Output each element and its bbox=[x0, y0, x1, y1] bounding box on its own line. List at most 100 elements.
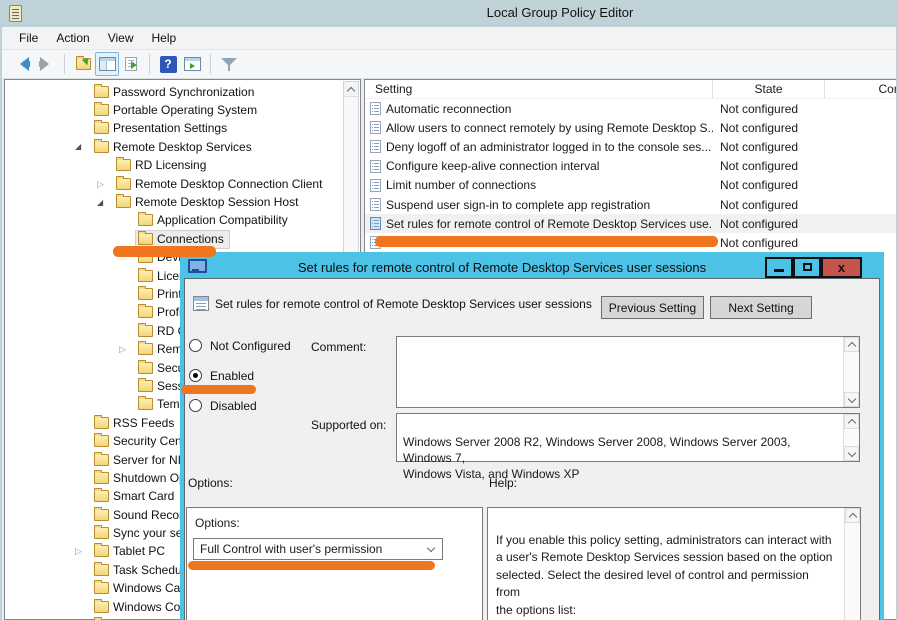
scroll-up-icon[interactable] bbox=[845, 508, 860, 523]
comment-scrollbar[interactable] bbox=[843, 337, 859, 407]
setting-cell[interactable]: Set rules for remote control of Remote D… bbox=[365, 217, 713, 231]
scroll-down-icon[interactable] bbox=[844, 392, 859, 407]
toolbar: ? bbox=[2, 50, 896, 79]
options-dropdown-value: Full Control with user's permission bbox=[194, 542, 428, 556]
menu-item-file[interactable]: File bbox=[10, 29, 47, 47]
supported-on-box: Windows Server 2008 R2, Windows Server 2… bbox=[396, 413, 860, 462]
forward-arrow-icon[interactable] bbox=[34, 52, 58, 76]
tree-item-application-compatibility[interactable]: Application Compatibility bbox=[5, 212, 343, 230]
setting-row-automatic-reconnection[interactable]: Automatic reconnectionNot configured bbox=[365, 99, 896, 118]
comment-textarea[interactable] bbox=[396, 336, 860, 408]
folder-icon bbox=[94, 601, 109, 613]
tree-item-remote-desktop-session-host[interactable]: ◢ Remote Desktop Session Host bbox=[5, 193, 343, 211]
tree-item-box[interactable]: Password Synchronization bbox=[91, 83, 260, 102]
folder-icon bbox=[94, 490, 109, 502]
radio-row-enabled[interactable]: Enabled bbox=[189, 368, 254, 383]
radio-not-configured[interactable] bbox=[189, 339, 202, 352]
setting-cell[interactable]: Suspend user sign-in to complete app reg… bbox=[365, 198, 713, 212]
menu-item-help[interactable]: Help bbox=[143, 29, 186, 47]
folder-icon bbox=[116, 178, 131, 190]
next-setting-button[interactable]: Next Setting bbox=[710, 296, 812, 319]
tree-item-box[interactable]: RSS Feeds bbox=[91, 414, 180, 433]
setting-row-deny-logoff-of-an-administrator-logged-i[interactable]: Deny logoff of an administrator logged i… bbox=[365, 137, 896, 156]
radio-row-disabled[interactable]: Disabled bbox=[189, 398, 257, 413]
setting-row-limit-number-of-connections[interactable]: Limit number of connectionsNot configure… bbox=[365, 176, 896, 195]
setting-name: Limit number of connections bbox=[386, 178, 536, 192]
column-header-state[interactable]: State bbox=[713, 80, 825, 98]
radio-disabled[interactable] bbox=[189, 399, 202, 412]
setting-cell[interactable]: Deny logoff of an administrator logged i… bbox=[365, 140, 713, 154]
tree-item-label: Remote Desktop Services bbox=[113, 140, 252, 154]
annotation-highlight-list-row bbox=[375, 236, 718, 247]
tree-item-label: Server for NIS bbox=[113, 453, 189, 467]
help-scrollbar[interactable] bbox=[844, 508, 860, 620]
setting-row-suspend-user-sign-in-to-complete-app-reg[interactable]: Suspend user sign-in to complete app reg… bbox=[365, 195, 896, 214]
policy-setting-icon bbox=[193, 296, 209, 311]
window-titlebar[interactable]: Local Group Policy Editor bbox=[2, 0, 896, 27]
tree-item-remote-desktop-services[interactable]: ◢ Remote Desktop Services bbox=[5, 138, 343, 156]
minimize-button[interactable] bbox=[765, 257, 793, 278]
folder-icon bbox=[94, 141, 109, 153]
folder-icon bbox=[116, 196, 131, 208]
console-tree-toggle-icon[interactable] bbox=[95, 52, 119, 76]
close-button[interactable]: x bbox=[821, 257, 862, 278]
menu-item-action[interactable]: Action bbox=[47, 29, 98, 47]
radio-enabled[interactable] bbox=[189, 369, 202, 382]
scroll-up-icon[interactable] bbox=[844, 414, 859, 429]
tree-item-presentation-settings[interactable]: Presentation Settings bbox=[5, 120, 343, 138]
column-header-setting[interactable]: Setting bbox=[365, 80, 713, 98]
options-dropdown[interactable]: Full Control with user's permission bbox=[193, 538, 443, 560]
tree-item-box[interactable]: Smart Card bbox=[91, 487, 180, 506]
tree-item-box[interactable]: Remote Desktop Services bbox=[91, 138, 258, 157]
expand-icon[interactable]: ▷ bbox=[97, 180, 113, 189]
tree-item-box[interactable]: Application Compatibility bbox=[135, 211, 294, 230]
folder-icon bbox=[94, 527, 109, 539]
scroll-down-icon[interactable] bbox=[844, 446, 859, 461]
tree-item-box[interactable]: Portable Operating System bbox=[91, 101, 263, 120]
setting-row-set-rules-for-remote-control-of-remote-d[interactable]: Set rules for remote control of Remote D… bbox=[365, 214, 896, 233]
tree-item-rd-licensing[interactable]: RD Licensing bbox=[5, 157, 343, 175]
tree-item-password-synchronization[interactable]: Password Synchronization bbox=[5, 83, 343, 101]
comment-label: Comment: bbox=[311, 340, 366, 354]
setting-row-allow-users-to-connect-remotely-by-using[interactable]: Allow users to connect remotely by using… bbox=[365, 118, 896, 137]
collapse-icon[interactable]: ◢ bbox=[97, 199, 113, 207]
setting-cell[interactable]: Automatic reconnection bbox=[365, 102, 713, 116]
minimize-icon bbox=[774, 269, 784, 272]
back-arrow-icon[interactable] bbox=[10, 52, 34, 76]
tree-item-portable-operating-system[interactable]: Portable Operating System bbox=[5, 101, 343, 119]
scroll-up-icon[interactable] bbox=[344, 82, 358, 97]
tree-item-box[interactable]: Remote Desktop Connection Client bbox=[113, 175, 328, 194]
export-list-icon[interactable] bbox=[119, 52, 143, 76]
setting-row-configure-keep-alive-connection-interval[interactable]: Configure keep-alive connection interval… bbox=[365, 157, 896, 176]
state-cell: Not configured bbox=[713, 121, 825, 135]
filter-icon[interactable] bbox=[217, 52, 241, 76]
expand-icon[interactable]: ▷ bbox=[119, 345, 135, 354]
dialog-titlebar[interactable]: Set rules for remote control of Remote D… bbox=[184, 256, 880, 278]
previous-setting-button[interactable]: Previous Setting bbox=[601, 296, 704, 319]
help-text: If you enable this policy setting, admin… bbox=[496, 533, 832, 620]
radio-row-not-configured[interactable]: Not Configured bbox=[189, 338, 291, 353]
tree-item-remote-desktop-connection-client[interactable]: ▷Remote Desktop Connection Client bbox=[5, 175, 343, 193]
tree-item-box[interactable]: RD Licensing bbox=[113, 156, 212, 175]
scroll-up-icon[interactable] bbox=[844, 337, 859, 352]
setting-cell[interactable]: Limit number of connections bbox=[365, 178, 713, 192]
tree-item-label: RD Licensing bbox=[135, 158, 206, 172]
state-cell: Not configured bbox=[713, 140, 825, 154]
tree-item-box[interactable]: Presentation Settings bbox=[91, 119, 233, 138]
setting-cell[interactable]: Allow users to connect remotely by using… bbox=[365, 121, 713, 135]
expand-icon[interactable]: ▷ bbox=[75, 547, 91, 556]
remote-desktop-icon bbox=[188, 259, 204, 273]
help-icon[interactable]: ? bbox=[156, 52, 180, 76]
up-one-level-icon[interactable] bbox=[71, 52, 95, 76]
collapse-icon[interactable]: ◢ bbox=[75, 143, 91, 151]
action-pane-toggle-icon[interactable] bbox=[180, 52, 204, 76]
menu-item-view[interactable]: View bbox=[99, 29, 143, 47]
supported-on-label: Supported on: bbox=[311, 418, 386, 432]
tree-item-box[interactable]: Tablet PC bbox=[91, 542, 171, 561]
tree-item-label: Remote Desktop Session Host bbox=[135, 195, 298, 209]
supported-scrollbar[interactable] bbox=[843, 414, 859, 461]
setting-cell[interactable]: Configure keep-alive connection interval bbox=[365, 159, 713, 173]
column-header-comment[interactable]: Comment bbox=[825, 80, 896, 98]
tree-item-box[interactable]: Remote Desktop Session Host bbox=[113, 193, 304, 212]
maximize-button[interactable] bbox=[793, 257, 821, 278]
